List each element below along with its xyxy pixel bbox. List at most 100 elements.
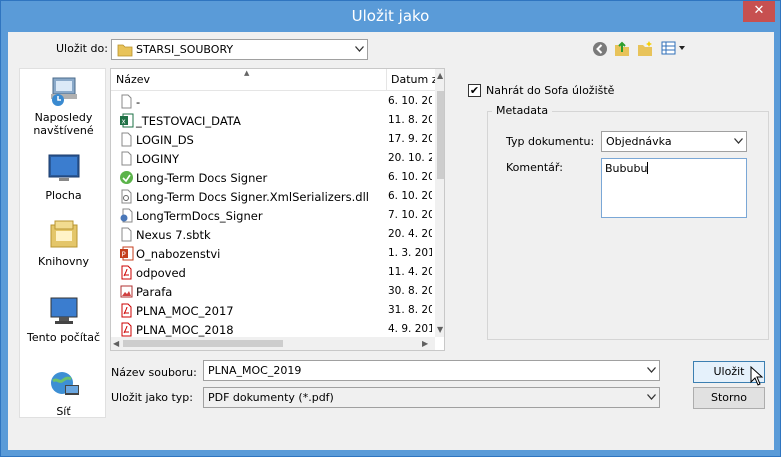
- doc-type-combo[interactable]: Objednávka: [601, 131, 747, 152]
- places-desktop-label: Plocha: [45, 189, 82, 202]
- title-bar[interactable]: Uložit jako ✕: [1, 1, 780, 32]
- desktop-icon: [47, 153, 81, 185]
- file-name: Long-Term Docs Signer.XmlSerializers.dll: [136, 190, 369, 204]
- filename-value: PLNA_MOC_2019: [208, 364, 302, 377]
- places-recent[interactable]: Naposledy navštívené: [20, 75, 107, 137]
- file-icon: [119, 132, 134, 147]
- file-name: Long-Term Docs Signer: [136, 171, 268, 185]
- file-icon: [119, 151, 134, 166]
- save-as-dialog: Uložit jako ✕ Uložit do: STARSI_SOUBORY: [0, 0, 781, 457]
- places-libraries-label: Knihovny: [38, 255, 89, 268]
- dll-icon: [119, 189, 134, 204]
- file-date: 31. 8. 20: [388, 304, 432, 316]
- file-name: _TESTOVACI_DATA: [136, 114, 241, 128]
- file-date: 6. 10. 20: [388, 171, 432, 183]
- doc-type-value: Objednávka: [606, 135, 672, 148]
- places-this-pc[interactable]: Tento počítač: [20, 295, 107, 344]
- file-date: 6. 10. 20: [388, 190, 432, 202]
- horizontal-scrollbar[interactable]: ◀ ▶: [111, 337, 435, 350]
- new-folder-icon[interactable]: [637, 40, 654, 60]
- file-row[interactable]: LongTermDocs_Signer 7. 10. 20: [111, 206, 433, 225]
- close-button[interactable]: ✕: [743, 1, 775, 22]
- doc-type-label: Typ dokumentu:: [506, 135, 595, 148]
- file-name: Parafa: [136, 285, 173, 299]
- app-icon: [119, 170, 134, 185]
- comment-label: Komentář:: [506, 161, 563, 174]
- file-name: LOGINY: [136, 152, 179, 166]
- scroll-down-icon[interactable]: ▼: [437, 325, 443, 334]
- vertical-scroll-thumb[interactable]: [437, 91, 444, 179]
- file-icon: [119, 94, 134, 109]
- comment-value: Bububu: [605, 162, 648, 175]
- file-row[interactable]: Nexus 7.sbtk 20. 4. 20: [111, 225, 433, 244]
- file-row[interactable]: P O_nabozenstvi 1. 3. 201: [111, 244, 433, 263]
- save-in-value: STARSI_SOUBORY: [136, 43, 234, 56]
- file-list-header: ▲ Název Datum z: [111, 69, 444, 91]
- filetype-select[interactable]: PDF dokumenty (*.pdf): [203, 387, 660, 408]
- file-name: LongTermDocs_Signer: [136, 209, 263, 223]
- mouse-cursor-icon: [750, 365, 764, 389]
- back-icon[interactable]: [592, 41, 608, 60]
- window-title: Uložit jako: [351, 7, 430, 25]
- vertical-scrollbar[interactable]: ▲ ▼: [435, 69, 444, 337]
- file-name: Nexus 7.sbtk: [136, 228, 211, 242]
- libraries-icon: [47, 219, 81, 251]
- file-row[interactable]: odpoved 11. 4. 20: [111, 263, 433, 282]
- pdf-icon: [119, 265, 134, 280]
- places-this-pc-label: Tento počítač: [26, 331, 101, 344]
- scroll-up-icon[interactable]: ▲: [437, 71, 443, 80]
- file-row[interactable]: - 6. 10. 20: [111, 92, 433, 111]
- file-date: 20. 10. 2: [388, 152, 432, 164]
- upload-checkbox[interactable]: ✔: [468, 84, 481, 97]
- file-date: 30. 8. 20: [388, 285, 432, 297]
- file-row[interactable]: Long-Term Docs Signer 6. 10. 20: [111, 168, 433, 187]
- file-name: -: [136, 95, 141, 109]
- filename-label: Název souboru:: [111, 366, 197, 379]
- computer-icon: [47, 295, 81, 327]
- file-row[interactable]: LOGINY 20. 10. 2: [111, 149, 433, 168]
- image-icon: [119, 284, 134, 299]
- file-date: 17. 9. 20: [388, 133, 432, 145]
- filename-input[interactable]: PLNA_MOC_2019: [203, 360, 660, 381]
- file-row[interactable]: PLNA_MOC_2017 31. 8. 20: [111, 301, 433, 320]
- scroll-left-icon[interactable]: ◀: [113, 339, 119, 348]
- pdf-icon: [119, 303, 134, 318]
- file-list[interactable]: ▲ Název Datum z - 6. 10. 20 x _TESTOVACI_DA…: [110, 68, 445, 351]
- save-in-label: Uložit do:: [56, 42, 108, 55]
- config-icon: [119, 208, 134, 223]
- horizontal-scroll-thumb[interactable]: [123, 340, 283, 347]
- places-network[interactable]: Síť: [20, 369, 107, 418]
- cancel-button[interactable]: Storno: [693, 387, 765, 409]
- file-name: O_nabozenstvi: [136, 247, 221, 261]
- file-name: odpoved: [136, 266, 186, 280]
- file-row[interactable]: Parafa 30. 8. 20: [111, 282, 433, 301]
- places-desktop[interactable]: Plocha: [20, 153, 107, 202]
- column-header-name[interactable]: Název: [116, 73, 150, 86]
- chevron-down-icon[interactable]: [647, 367, 656, 375]
- chevron-down-icon: [647, 394, 656, 402]
- column-header-date[interactable]: Datum z: [386, 69, 437, 91]
- comment-textarea[interactable]: Bububu: [601, 158, 747, 218]
- file-date: 4. 9. 201: [388, 323, 432, 335]
- file-date: 20. 4. 20: [388, 228, 432, 240]
- scroll-right-icon[interactable]: ▶: [422, 339, 428, 348]
- places-bar: Naposledy navštívené Plocha Knihovny Ten…: [19, 68, 106, 418]
- places-libraries[interactable]: Knihovny: [20, 219, 107, 268]
- file-name: LOGIN_DS: [136, 133, 194, 147]
- up-folder-icon[interactable]: [614, 40, 631, 60]
- save-in-combo[interactable]: STARSI_SOUBORY: [111, 39, 368, 60]
- folder-icon: [117, 43, 133, 60]
- file-date: 7. 10. 20: [388, 209, 432, 221]
- excel-icon: x: [119, 113, 134, 128]
- checkmark-icon: ✔: [469, 84, 480, 97]
- file-row[interactable]: Long-Term Docs Signer.XmlSerializers.dll…: [111, 187, 433, 206]
- file-row[interactable]: x _TESTOVACI_DATA 11. 8. 20: [111, 111, 433, 130]
- svg-text:x: x: [122, 118, 126, 126]
- sort-ascending-icon: ▲: [244, 69, 250, 77]
- file-name: PLNA_MOC_2018: [136, 323, 234, 337]
- network-icon: [47, 369, 81, 401]
- recent-places-icon: [47, 75, 81, 107]
- filetype-value: PDF dokumenty (*.pdf): [208, 391, 334, 404]
- file-row[interactable]: LOGIN_DS 17. 9. 20: [111, 130, 433, 149]
- view-menu-icon[interactable]: [661, 41, 687, 58]
